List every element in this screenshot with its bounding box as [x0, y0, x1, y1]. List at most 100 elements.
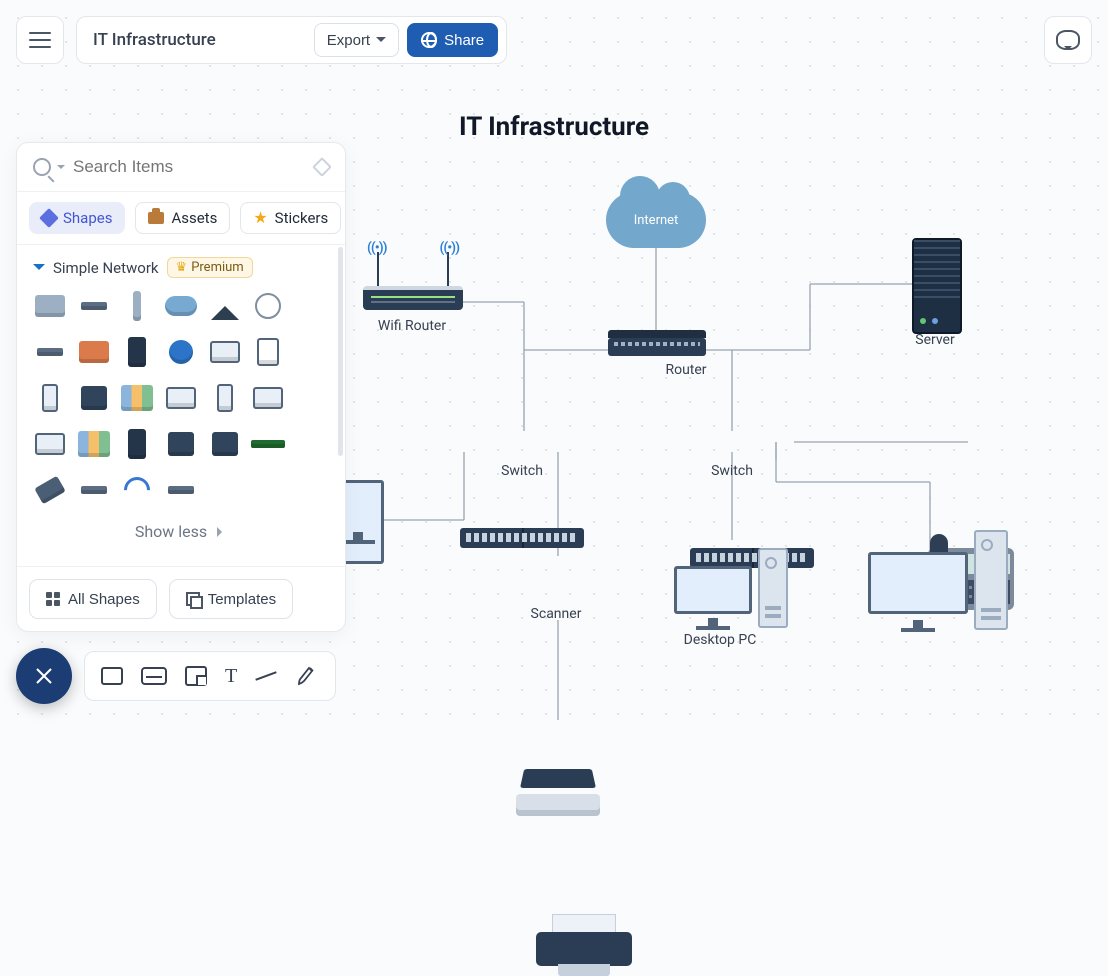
node-internet[interactable]: Internet: [606, 192, 706, 248]
shape-satellite-dish[interactable]: [250, 288, 288, 324]
bottom-toolbox: T: [84, 651, 336, 701]
menu-button[interactable]: [16, 16, 64, 64]
shape-walkie[interactable]: [162, 426, 200, 462]
templates-button[interactable]: Templates: [169, 579, 293, 619]
tool-pen[interactable]: [295, 664, 319, 688]
search-icon[interactable]: [33, 158, 51, 176]
diamond-icon: [39, 208, 59, 228]
shape-patch-panel[interactable]: [250, 426, 288, 462]
panel-scrollbar[interactable]: [338, 247, 343, 456]
shape-display[interactable]: [162, 380, 200, 416]
shape-firewall[interactable]: [75, 334, 113, 370]
sticky-note-icon: [185, 666, 207, 686]
section-header[interactable]: Simple Network ♛ Premium: [31, 245, 331, 288]
tool-sticky-note[interactable]: [185, 666, 207, 686]
rectangle-icon: [101, 667, 123, 685]
pen-icon: [295, 664, 319, 688]
panel-search-row: [17, 143, 345, 192]
shape-wifi-router[interactable]: [31, 288, 69, 324]
shape-modem[interactable]: [75, 472, 113, 508]
tool-text[interactable]: T: [225, 665, 237, 688]
all-shapes-button[interactable]: All Shapes: [29, 579, 157, 619]
shape-fax[interactable]: [75, 380, 113, 416]
line-icon: [256, 671, 277, 680]
star-icon: ★: [253, 210, 267, 226]
node-scanner[interactable]: [516, 762, 600, 816]
all-shapes-label: All Shapes: [68, 591, 140, 608]
tab-stickers-label: Stickers: [275, 209, 329, 227]
shape-tower-server[interactable]: [118, 426, 156, 462]
tab-assets[interactable]: Assets: [135, 202, 230, 234]
panel-footer: All Shapes Templates: [17, 566, 345, 631]
pin-icon[interactable]: [312, 157, 332, 177]
grid-icon: [46, 592, 60, 606]
search-input[interactable]: [73, 157, 307, 177]
top-toolbar: IT Infrastructure Export Share: [16, 16, 507, 64]
export-label: Export: [327, 32, 370, 49]
node-pc-right[interactable]: [868, 530, 1008, 630]
premium-badge-label: Premium: [191, 260, 244, 275]
show-less-label: Show less: [135, 522, 207, 541]
globe-icon: [421, 32, 437, 48]
shape-satellite[interactable]: [31, 472, 69, 508]
hamburger-icon: [29, 32, 51, 48]
show-less-button[interactable]: Show less: [31, 508, 331, 559]
shape-grid: [31, 288, 331, 508]
document-title[interactable]: IT Infrastructure: [93, 30, 216, 50]
node-switch-left[interactable]: [460, 528, 584, 548]
title-bar: IT Infrastructure Export Share: [76, 16, 507, 64]
chevron-down-icon: [376, 37, 386, 47]
tool-rectangle[interactable]: [101, 667, 123, 685]
share-button[interactable]: Share: [407, 23, 498, 57]
shape-cloud[interactable]: [162, 288, 200, 324]
shape-wifi-signal[interactable]: [118, 472, 156, 508]
close-icon: [33, 665, 55, 687]
section-title: Simple Network: [53, 259, 159, 277]
node-server[interactable]: [912, 238, 962, 334]
share-label: Share: [444, 32, 484, 49]
shape-phone-2[interactable]: [206, 380, 244, 416]
tab-stickers[interactable]: ★ Stickers: [240, 202, 341, 234]
templates-icon: [186, 592, 200, 606]
chevron-down-icon: [33, 264, 45, 276]
shape-printer[interactable]: [206, 426, 244, 462]
node-internet-label: Internet: [606, 192, 706, 248]
panel-section-body: Simple Network ♛ Premium: [17, 244, 345, 566]
node-router[interactable]: [608, 338, 706, 356]
search-scope-caret-icon[interactable]: [57, 165, 65, 173]
tab-assets-label: Assets: [171, 209, 217, 227]
shape-tablet[interactable]: [250, 334, 288, 370]
panel-tabs: Shapes Assets ★ Stickers: [17, 192, 345, 244]
shape-switch[interactable]: [75, 288, 113, 324]
tool-label[interactable]: [141, 667, 167, 685]
bottom-toolbox-wrap: T: [16, 648, 336, 704]
shape-jet[interactable]: [206, 288, 244, 324]
shape-widescreen[interactable]: [250, 380, 288, 416]
tab-shapes[interactable]: Shapes: [29, 202, 125, 234]
label-icon: [141, 667, 167, 685]
shape-hub[interactable]: [162, 472, 200, 508]
node-wifi-router[interactable]: ((•)) ((•)): [363, 286, 463, 310]
export-button[interactable]: Export: [314, 23, 399, 57]
crown-icon: ♛: [176, 260, 188, 275]
premium-badge: ♛ Premium: [167, 257, 253, 278]
tab-shapes-label: Shapes: [63, 209, 112, 227]
shape-laptop[interactable]: [31, 426, 69, 462]
comments-button[interactable]: [1044, 16, 1092, 64]
shape-smartphone[interactable]: [31, 380, 69, 416]
node-printer[interactable]: [536, 914, 632, 974]
shape-antenna-tower[interactable]: [118, 288, 156, 324]
shape-building[interactable]: [118, 380, 156, 416]
shape-server-rack[interactable]: [118, 334, 156, 370]
shape-monitor[interactable]: [206, 334, 244, 370]
node-pc-center[interactable]: [674, 548, 788, 628]
briefcase-icon: [148, 212, 164, 224]
shape-rackunit[interactable]: [31, 334, 69, 370]
chat-bubble-icon: [1056, 30, 1080, 50]
chevron-right-icon: [217, 527, 227, 537]
tool-line[interactable]: [255, 675, 277, 677]
shape-globe[interactable]: [162, 334, 200, 370]
shape-city[interactable]: [75, 426, 113, 462]
text-icon: T: [225, 665, 237, 688]
close-toolbox-button[interactable]: [16, 648, 72, 704]
